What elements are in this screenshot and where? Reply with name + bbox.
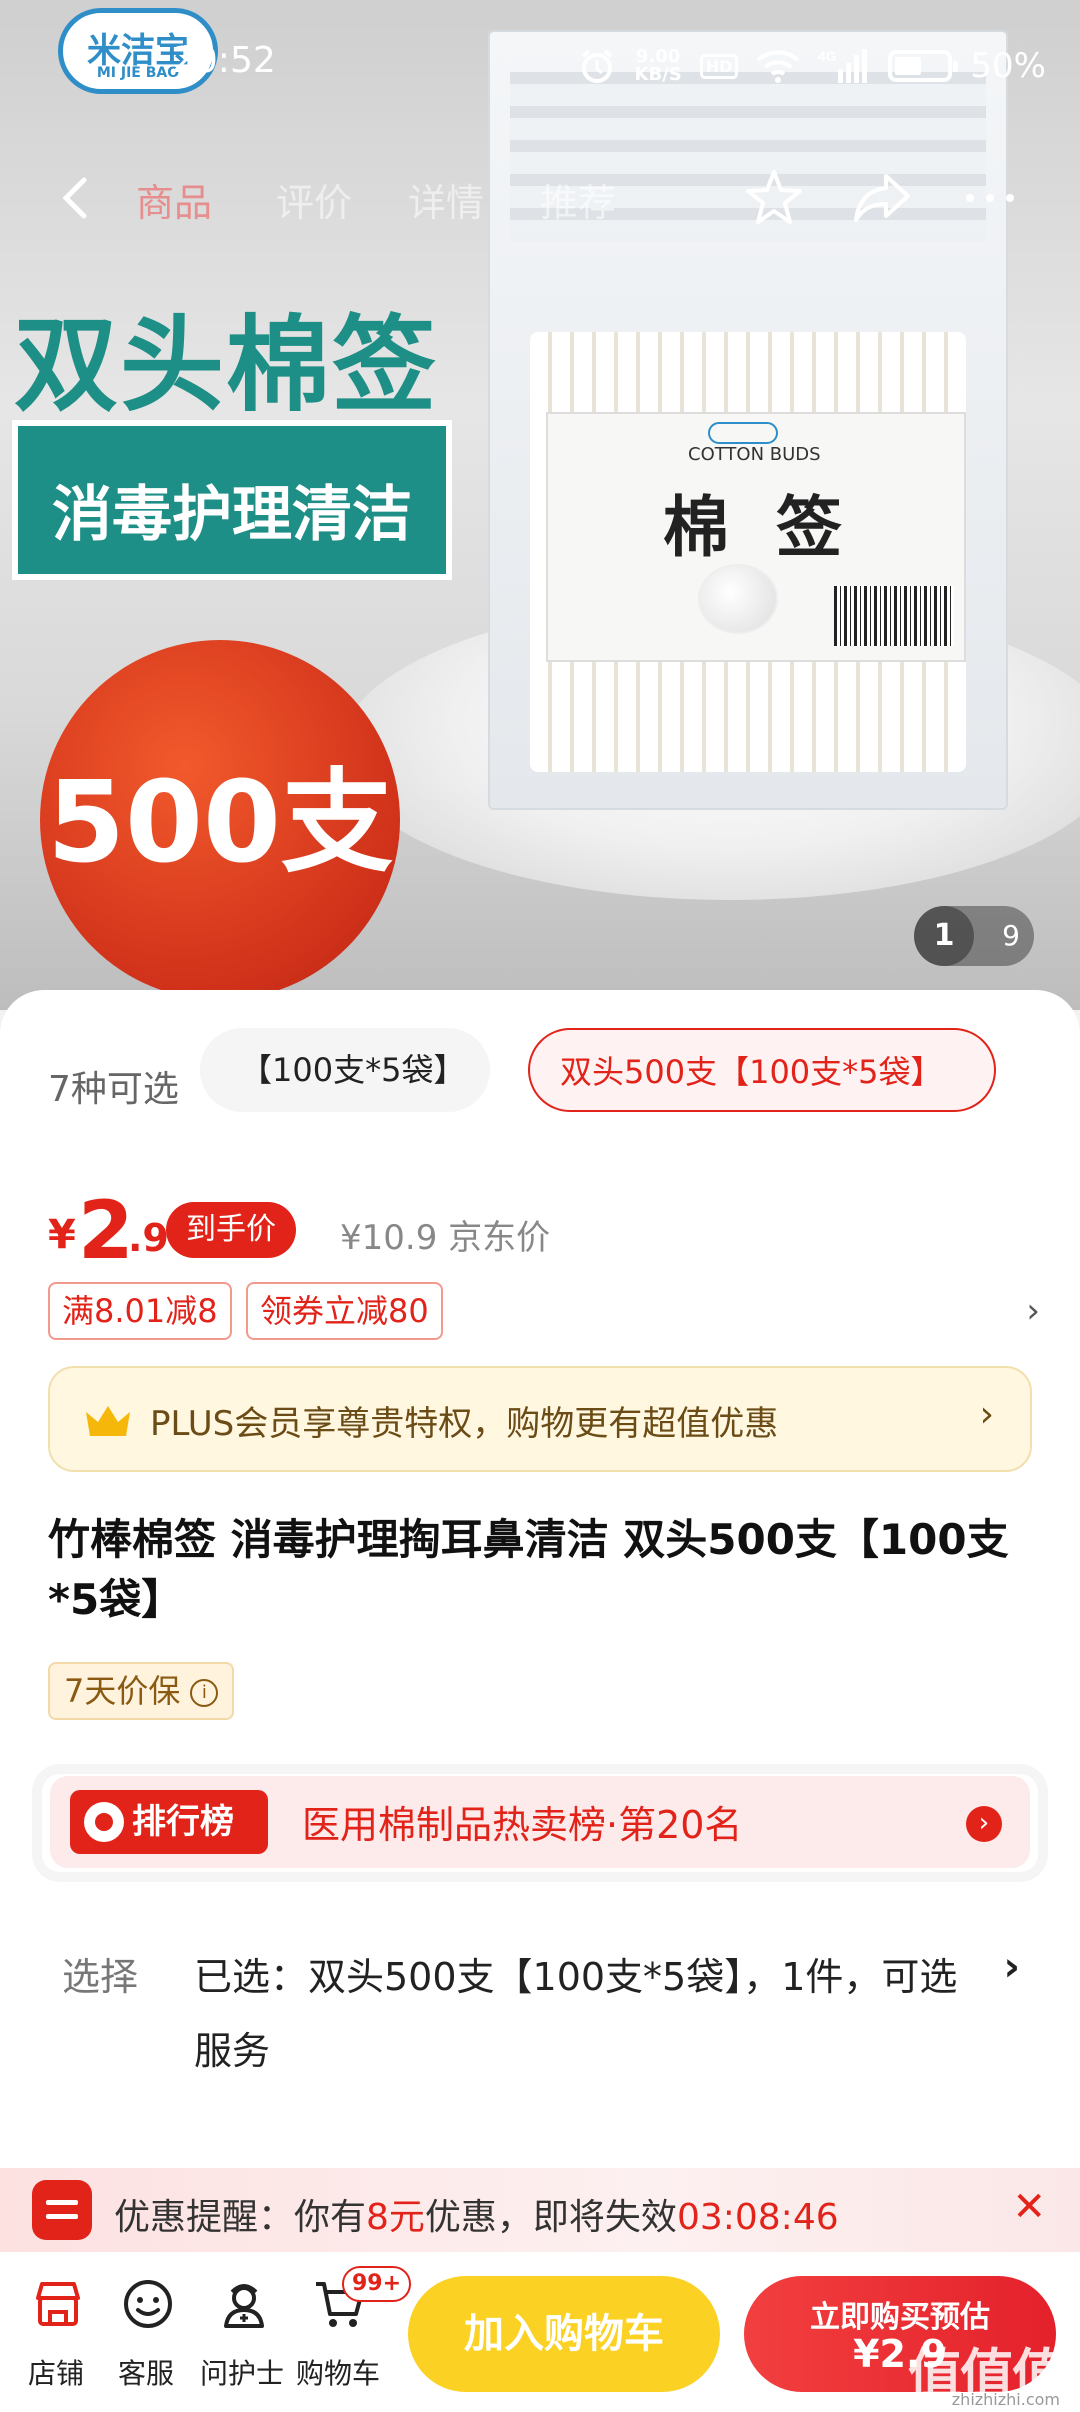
cart-count-badge: 99+: [342, 2266, 412, 2302]
price-guarantee-badge[interactable]: 7天价保 i: [48, 1662, 235, 1720]
ranking-card[interactable]: 排行榜 医用棉制品热卖榜·第20名 ›: [32, 1764, 1048, 1882]
promo-countdown: 03:08:46: [676, 2197, 839, 2238]
tab-product[interactable]: 商品: [136, 172, 212, 227]
coupon-claim[interactable]: 领券立减80: [246, 1282, 443, 1340]
chevron-right-icon: ›: [979, 1394, 994, 1435]
chevron-right-icon: ›: [966, 1806, 1002, 1842]
site-watermark-url: zhizhizhi.com: [951, 2390, 1060, 2409]
original-price: ¥10.9 京东价: [340, 1218, 551, 1258]
favorite-star-icon[interactable]: [742, 166, 806, 230]
ranking-badge: 排行榜: [70, 1790, 268, 1854]
coupon-chevron-right-icon[interactable]: ›: [1026, 1282, 1040, 1340]
battery-icon: [888, 50, 959, 82]
add-to-cart-button[interactable]: 加入购物车: [408, 2276, 720, 2392]
coupon-full-reduction[interactable]: 满8.01减8: [48, 1282, 232, 1340]
more-menu-icon[interactable]: [958, 166, 1022, 230]
variant-chip-selected[interactable]: 双头500支【100支*5袋】: [528, 1028, 996, 1112]
cellular-signal-icon: 4G: [818, 48, 868, 83]
final-price-tag: 到手价: [166, 1202, 296, 1258]
plus-membership-banner[interactable]: PLUS会员享尊贵特权，购物更有超值优惠 ›: [48, 1366, 1032, 1472]
cart-button[interactable]: 99+ 购物车: [288, 2266, 412, 2398]
svg-text:4G: 4G: [818, 48, 837, 64]
selection-value: 已选：双头500支【100支*5袋】，1件，可选服务: [194, 1955, 958, 2073]
tab-details[interactable]: 详情: [408, 172, 484, 227]
chat-face-icon: [124, 2280, 172, 2328]
selection-label: 选择: [62, 1955, 139, 1999]
package-en-label: COTTON BUDS: [688, 444, 821, 465]
hero-title: 双头棉签: [14, 304, 439, 426]
crown-icon: [86, 1406, 130, 1436]
hd-icon: HD: [699, 53, 739, 79]
variant-count-label: 7种可选: [48, 1069, 179, 1110]
top-nav: 商品 评价 详情 推荐: [0, 160, 1080, 240]
tab-reviews[interactable]: 评价: [276, 172, 352, 227]
product-package-image: COTTON BUDS 棉 签: [488, 30, 1008, 810]
image-counter: 1 9: [914, 906, 1034, 966]
trophy-icon: [84, 1802, 124, 1842]
promo-amount: 8元: [366, 2197, 425, 2238]
ranking-text: 医用棉制品热卖榜·第20名: [302, 1803, 743, 1847]
nurse-icon: [224, 2284, 264, 2328]
coupon-icon: [32, 2180, 92, 2240]
ask-nurse-button[interactable]: 问护士: [192, 2278, 292, 2398]
net-speed: 9.00 KB/S: [634, 46, 682, 85]
cotton-ball-graphic: [698, 564, 778, 634]
promo-reminder-bar[interactable]: 优惠提醒：你有8元优惠，即将失效03:08:46 ✕: [0, 2168, 1080, 2252]
share-icon[interactable]: [850, 166, 914, 230]
hero-count-circle: 500支: [40, 640, 400, 1000]
shop-icon: [36, 2282, 80, 2326]
package-cn-label: 棉 签: [663, 489, 854, 566]
variant-chip[interactable]: 【100支*5袋】: [200, 1028, 490, 1112]
product-title: 竹棒棉签 消毒护理掏耳鼻清洁 双头500支【100支*5袋】: [48, 1515, 1009, 1624]
status-icons: 9.00 KB/S HD 4G 50%: [577, 46, 1046, 86]
price-integer: 2: [78, 1184, 134, 1277]
price-currency: ¥: [48, 1212, 76, 1258]
close-icon[interactable]: ✕: [1012, 2184, 1046, 2230]
hero-band: 消毒护理清洁: [12, 420, 452, 580]
tab-recommend[interactable]: 推荐: [540, 172, 616, 227]
price-decimal: .9: [128, 1216, 169, 1260]
battery-level: 50%: [970, 46, 1046, 86]
wifi-icon: [757, 50, 800, 83]
alarm-icon: [581, 49, 612, 83]
back-arrow-icon[interactable]: [50, 170, 106, 226]
product-image-carousel[interactable]: COTTON BUDS 棉 签 米洁宝 MI JIE BAO 20:52 9.0…: [0, 0, 1080, 1010]
shop-button[interactable]: 店铺: [6, 2278, 106, 2398]
customer-service-button[interactable]: 客服: [96, 2278, 196, 2398]
chevron-right-icon: ›: [1003, 1944, 1020, 1990]
info-icon: i: [190, 1679, 219, 1707]
status-time: 20:52: [172, 40, 276, 81]
barcode-graphic: [834, 586, 954, 646]
